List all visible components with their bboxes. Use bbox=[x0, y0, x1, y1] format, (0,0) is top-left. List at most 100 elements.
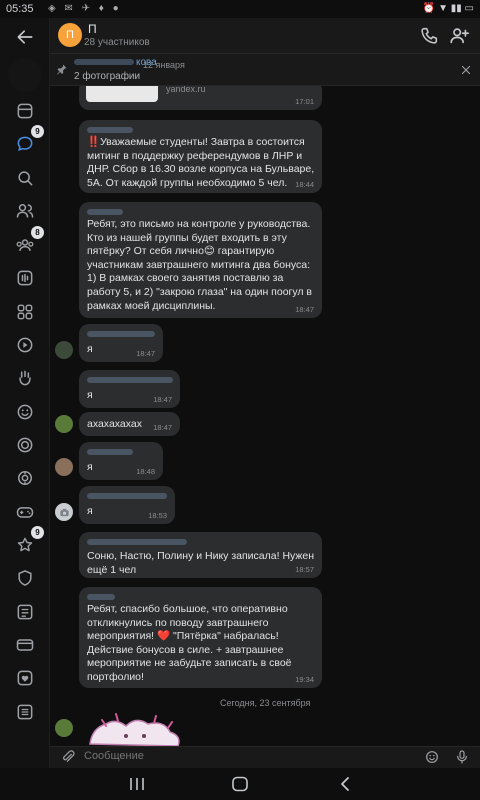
sidebar-item-music[interactable] bbox=[12, 265, 38, 291]
pinned-message[interactable]: кова 12 января 2 фотографии bbox=[50, 54, 480, 86]
sidebar-item-newsfeed[interactable] bbox=[12, 98, 38, 124]
pay-icon bbox=[16, 639, 34, 651]
message-feed[interactable]: yandex.ru 17:01 ‼️Уважаемые студенты! За… bbox=[50, 86, 480, 746]
message-bubble[interactable]: я 18:47 bbox=[79, 370, 180, 408]
message-line: ‼️Уважаемые студенты! Завтра в состоится bbox=[87, 136, 305, 148]
clips-icon bbox=[19, 370, 31, 386]
video-icon bbox=[17, 337, 33, 353]
message-line: митинг в поддержку референдумов в ЛНР и bbox=[87, 149, 303, 162]
stickers-icon bbox=[17, 404, 33, 420]
back-nav-icon[interactable] bbox=[336, 776, 354, 792]
add-user-icon[interactable] bbox=[448, 25, 470, 47]
sidebar-item-games[interactable] bbox=[12, 499, 38, 525]
chat-avatar[interactable]: П bbox=[58, 23, 82, 47]
sidebar-item-file[interactable] bbox=[12, 599, 38, 625]
microphone-icon[interactable] bbox=[454, 749, 470, 765]
message-bubble[interactable]: ахахахахах 18:47 bbox=[79, 412, 180, 436]
sidebar-item-video[interactable] bbox=[12, 332, 38, 358]
message-line: работу 5, и 2) "закрою глаза" на один по… bbox=[87, 285, 313, 298]
avatar[interactable] bbox=[55, 458, 73, 476]
message-text: ‼️Уважаемые студенты! Завтра в состоится… bbox=[87, 136, 314, 190]
recent-apps-icon[interactable] bbox=[128, 776, 146, 792]
sidebar-item-clips[interactable] bbox=[12, 365, 38, 391]
author-name-blurred bbox=[87, 539, 187, 545]
message-text: я bbox=[87, 343, 93, 355]
home-icon[interactable] bbox=[231, 776, 249, 792]
sidebar-item-services[interactable] bbox=[12, 299, 38, 325]
sidebar-item-favorites[interactable]: 9 bbox=[12, 526, 44, 558]
avatar[interactable] bbox=[55, 503, 73, 521]
link-domain[interactable]: yandex.ru bbox=[166, 86, 206, 94]
author-name-blurred bbox=[87, 594, 115, 600]
author-name-blurred bbox=[87, 209, 123, 215]
sticker-image[interactable] bbox=[82, 710, 190, 746]
avatar[interactable] bbox=[55, 719, 73, 737]
pinned-date: 12 января bbox=[143, 60, 185, 70]
message-time: 18:57 bbox=[295, 565, 314, 574]
paperclip-icon[interactable] bbox=[60, 749, 76, 765]
sidebar-item-pay[interactable] bbox=[12, 632, 38, 658]
friends-icon bbox=[16, 204, 34, 218]
phone-icon[interactable] bbox=[418, 25, 440, 47]
date-separator: Сегодня, 23 сентября bbox=[220, 698, 311, 708]
message-line: Действие бонусов в силе. + завтрашнее bbox=[87, 643, 284, 656]
marusia-icon bbox=[18, 471, 32, 485]
message-line: Ребят, это письмо на контроле у руководс… bbox=[87, 218, 311, 230]
message-text: Соню, Настю, Полину и Нику записала! Нуж… bbox=[87, 550, 314, 577]
chat-title[interactable]: П bbox=[88, 22, 97, 36]
message-bubble[interactable]: я 18:53 bbox=[79, 486, 175, 524]
message-bubble[interactable]: Соню, Настю, Полину и Нику записала! Нуж… bbox=[79, 532, 322, 578]
messages-badge: 9 bbox=[31, 125, 44, 138]
pinned-text: 2 фотографии bbox=[74, 71, 141, 82]
message-line: Кто из нашей группы будет входить в эту bbox=[87, 231, 287, 244]
sidebar-item-search[interactable] bbox=[12, 165, 38, 191]
message-line: Соню, Настю, Полину и Нику записала! Нуж… bbox=[87, 550, 315, 562]
message-time: 19:34 bbox=[295, 675, 314, 684]
favorites-badge: 9 bbox=[31, 526, 44, 539]
camera-icon bbox=[59, 508, 69, 516]
message-bubble[interactable]: Ребят, спасибо большое, что оперативно о… bbox=[79, 587, 322, 688]
messages-icon bbox=[17, 136, 33, 152]
sidebar-item-stickers[interactable] bbox=[12, 399, 38, 425]
message-bubble[interactable]: я 18:47 bbox=[79, 324, 163, 362]
sidebar-item-friends[interactable] bbox=[12, 198, 38, 224]
communities-icon bbox=[16, 239, 34, 251]
message-time: 18:53 bbox=[148, 511, 167, 520]
profile-avatar[interactable] bbox=[8, 58, 42, 92]
message-text: ахахахахах bbox=[87, 418, 142, 430]
message-line: 1) В рамках своего занятия поставлю за bbox=[87, 272, 284, 285]
sidebar-item-menu[interactable] bbox=[12, 699, 38, 725]
message-time: 18:47 bbox=[153, 395, 172, 404]
link-preview-image[interactable] bbox=[86, 86, 158, 102]
author-name-blurred bbox=[87, 449, 133, 455]
message-composer bbox=[50, 746, 480, 768]
message-bubble[interactable]: ‼️Уважаемые студенты! Завтра в состоится… bbox=[79, 120, 322, 193]
communities-badge: 8 bbox=[31, 226, 44, 239]
message-bubble[interactable]: я 18:48 bbox=[79, 442, 163, 480]
search-icon bbox=[18, 171, 33, 186]
back-button[interactable] bbox=[12, 24, 38, 50]
sidebar-item-marusia[interactable] bbox=[12, 465, 38, 491]
avatar[interactable] bbox=[55, 415, 73, 433]
sidebar-item-target[interactable] bbox=[12, 432, 38, 458]
message-line: ещё 1 чел bbox=[87, 563, 137, 576]
music-icon bbox=[17, 270, 33, 286]
message-line: мероприятие не забудьте записать в своё bbox=[87, 657, 292, 670]
message-bubble[interactable]: yandex.ru 17:01 bbox=[79, 86, 322, 110]
author-name-blurred bbox=[87, 493, 167, 499]
favorites-icon bbox=[17, 537, 33, 552]
message-line: ДНР. Сбор в 16.30 возле корпуса на Бульв… bbox=[87, 163, 315, 176]
message-time: 18:47 bbox=[153, 423, 172, 432]
sidebar-item-communities[interactable]: 8 bbox=[12, 226, 44, 258]
message-text: Ребят, это письмо на контроле у руководс… bbox=[87, 218, 312, 313]
close-icon[interactable] bbox=[460, 64, 472, 76]
avatar[interactable] bbox=[55, 341, 73, 359]
sidebar-item-shield[interactable] bbox=[12, 565, 38, 591]
sidebar-item-messages[interactable]: 9 bbox=[12, 125, 44, 157]
message-bubble[interactable]: Ребят, это письмо на контроле у руководс… bbox=[79, 202, 322, 318]
message-input[interactable] bbox=[84, 750, 404, 762]
status-time: 05:35 bbox=[6, 3, 34, 15]
shield-icon bbox=[18, 570, 32, 586]
sidebar-item-liked[interactable] bbox=[12, 665, 38, 691]
smile-icon[interactable] bbox=[424, 749, 440, 765]
